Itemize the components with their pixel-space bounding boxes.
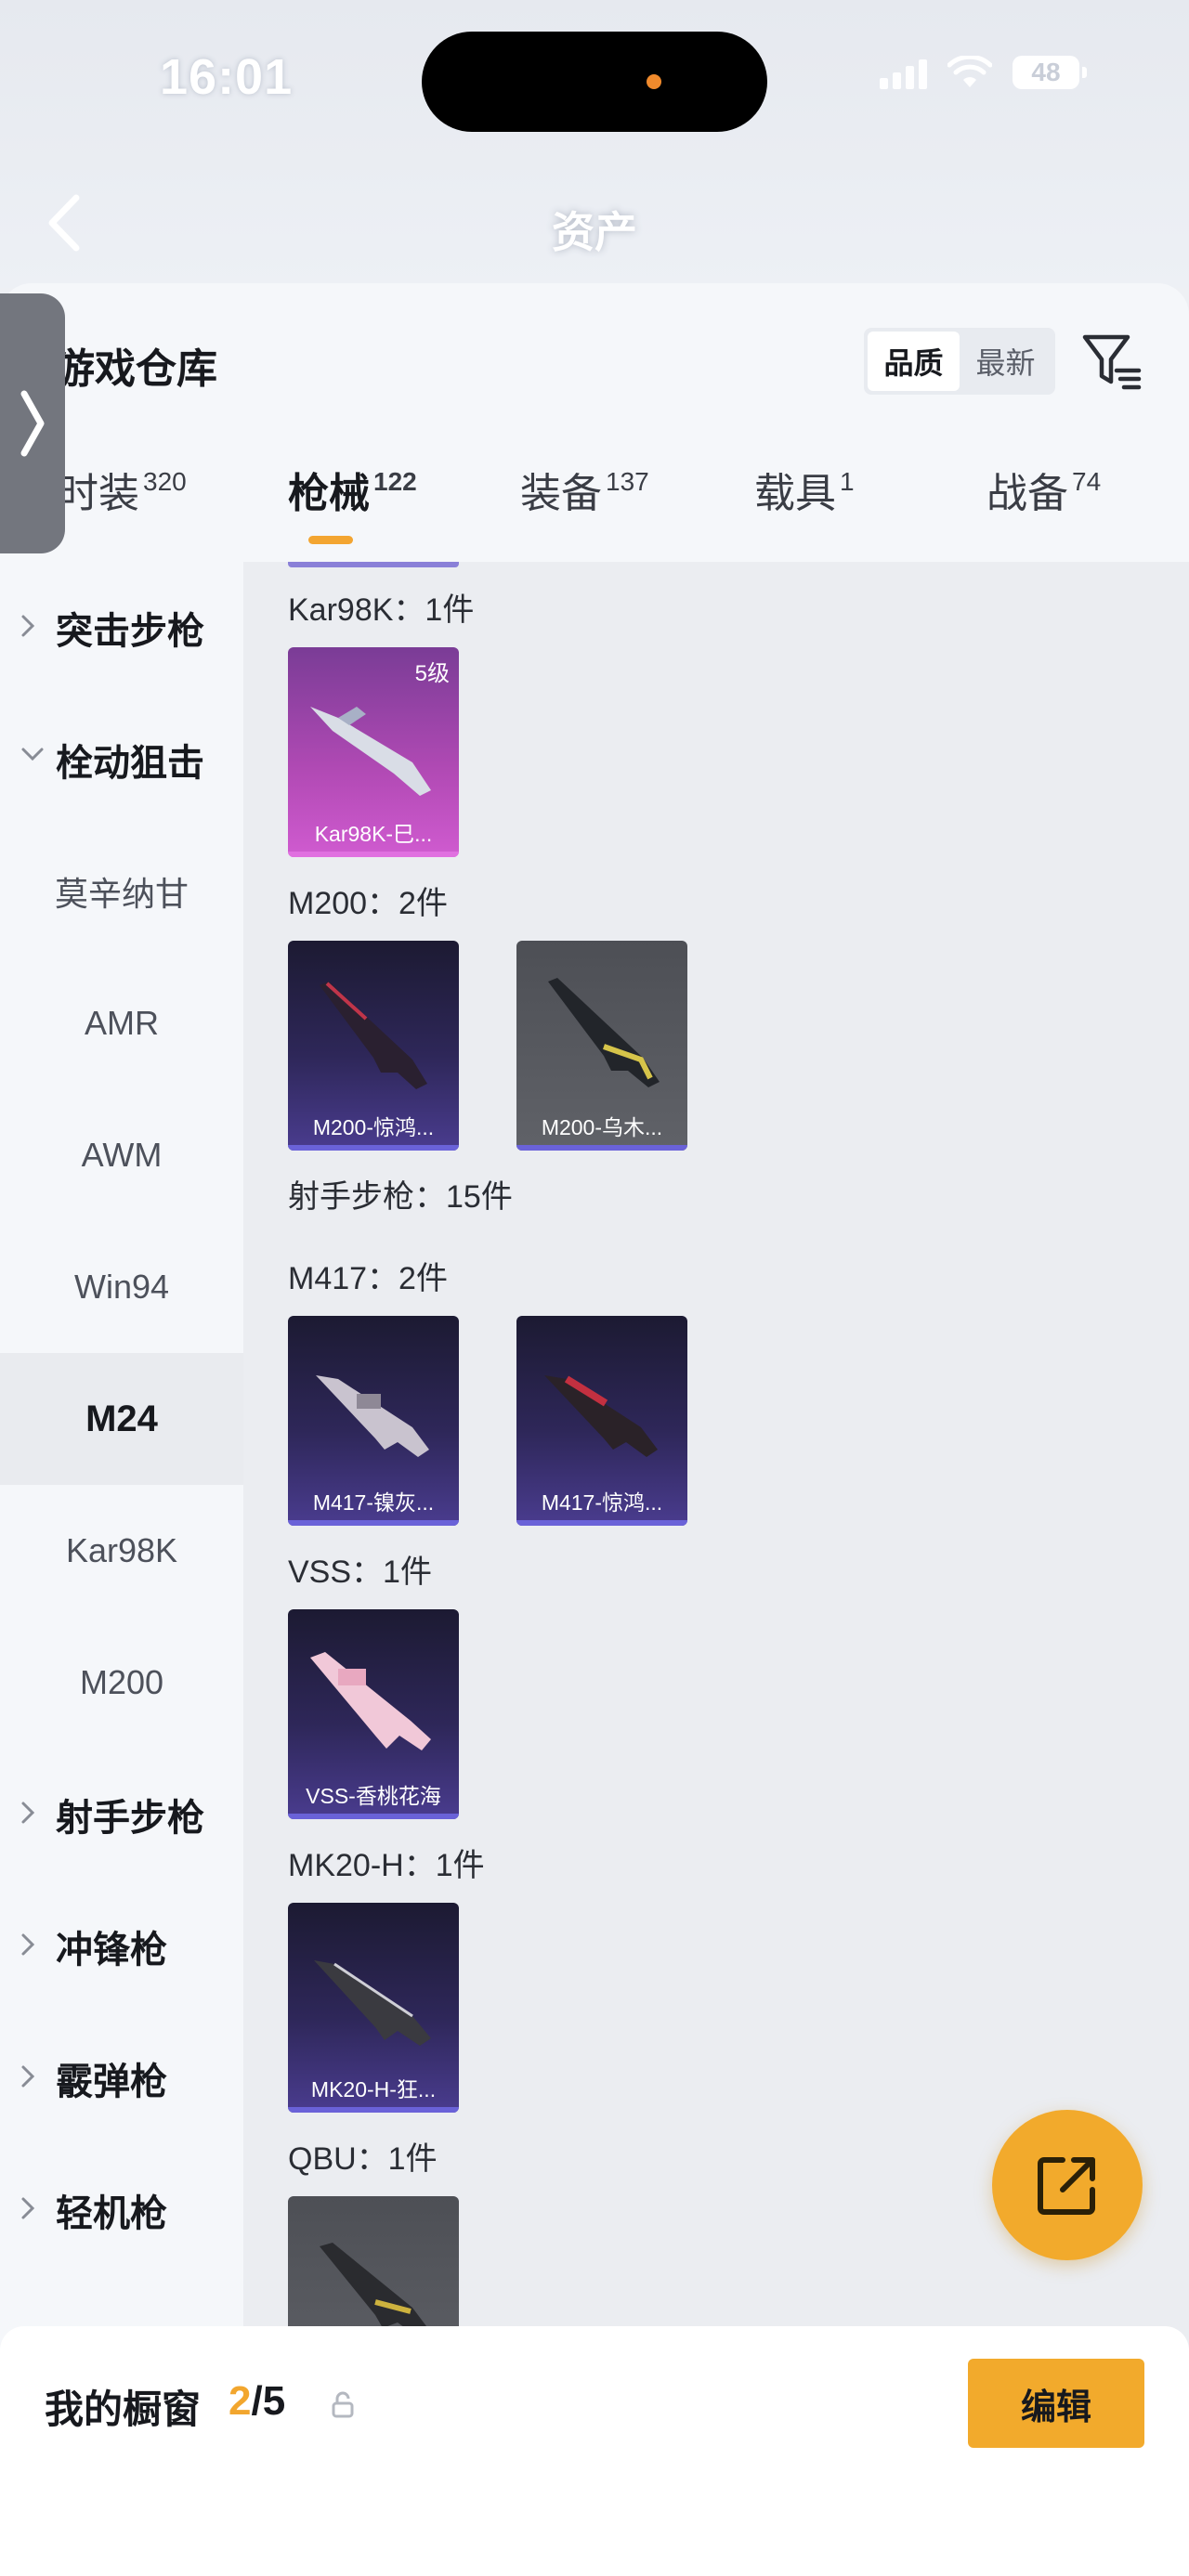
chevron-right-icon: [21, 615, 35, 637]
item-name: M417-惊鸿...: [541, 1490, 663, 1515]
sidebar-item-smg[interactable]: 冲锋枪: [0, 1880, 243, 2012]
sidebar-item-m200[interactable]: M200: [0, 1617, 243, 1749]
sidebar-item-mosin[interactable]: 莫辛纳甘: [0, 826, 243, 957]
sidebar-item-m24[interactable]: M24: [0, 1353, 243, 1485]
share-button[interactable]: [992, 2110, 1143, 2260]
drawer-toggle[interactable]: [0, 293, 65, 553]
sidebar-item-awm[interactable]: AWM: [0, 1089, 243, 1221]
rarity-bar: [288, 2107, 459, 2113]
item-name: Kar98K-巳...: [314, 822, 433, 846]
showcase-title: 我的橱窗: [45, 2387, 202, 2431]
share-icon: [1038, 2157, 1095, 2215]
status-time: 16:01: [160, 49, 294, 105]
gun-icon: [316, 1375, 429, 1457]
item-name: M200-惊鸿...: [312, 1115, 435, 1139]
edit-button[interactable]: 编辑: [968, 2359, 1144, 2448]
section-label: QBU：1件: [288, 2141, 438, 2177]
gun-icon: [544, 1375, 658, 1457]
rarity-bar: [288, 852, 459, 857]
item-card[interactable]: M200-乌木...: [516, 941, 687, 1151]
rarity-bar: [288, 1145, 459, 1151]
tab-vehicles[interactable]: 载具 1: [754, 460, 855, 519]
level-badge: 5级: [414, 661, 450, 686]
chevron-right-icon: [21, 2197, 35, 2219]
item-name: M417-镍灰...: [312, 1490, 435, 1515]
chevron-down-icon: [21, 748, 44, 761]
chevron-right-icon: [21, 1933, 35, 1956]
filter-icon[interactable]: [1079, 330, 1144, 395]
item-grid: Kar98K：1件 5级 Kar98K-巳... M200：2件 M200-惊鸿…: [243, 562, 1189, 2576]
status-icons: 48: [880, 56, 1087, 89]
item-card[interactable]: MK20-H-狂...: [288, 1903, 459, 2113]
tab-guns[interactable]: 枪械 122: [288, 460, 417, 519]
sidebar-item-bolt-sniper[interactable]: 栓动狙击: [0, 694, 243, 826]
sidebar-item-marksman[interactable]: 射手步枪: [0, 1749, 243, 1880]
section-label: VSS：1件: [288, 1555, 432, 1590]
warehouse-title: 游戏仓库: [54, 346, 217, 392]
rarity-bar: [288, 1814, 459, 1819]
section-label: MK20-H：1件: [288, 1848, 485, 1883]
chevron-right-icon: [21, 1802, 35, 1824]
top-header: 16:01 48 资产: [0, 0, 1189, 288]
dynamic-island: [422, 32, 767, 132]
section-label: Kar98K：1件: [288, 592, 475, 628]
rarity-bar: [516, 1145, 687, 1151]
tab-equipment[interactable]: 装备 137: [520, 460, 649, 519]
sidebar-item-kar98k[interactable]: Kar98K: [0, 1485, 243, 1617]
gun-icon: [314, 1960, 431, 2046]
section-label: 射手步枪：15件: [288, 1179, 513, 1215]
active-tab-indicator: [308, 536, 353, 544]
sort-quality[interactable]: 品质: [868, 332, 960, 391]
item-card[interactable]: VSS-香桃花海: [288, 1609, 459, 1819]
section-label: M417：2件: [288, 1261, 448, 1296]
tab-supplies[interactable]: 战备 74: [986, 460, 1101, 519]
sidebar-item-shotgun[interactable]: 霰弹枪: [0, 2012, 243, 2144]
showcase-bar: 我的橱窗 2/5 编辑: [0, 2326, 1189, 2576]
sidebar-item-assault-rifle[interactable]: 突击步枪: [0, 562, 243, 694]
tab-fashion-partial[interactable]: 时装 320: [58, 460, 187, 519]
category-sidebar: 突击步枪 栓动狙击 莫辛纳甘 AMR AWM Win94 M24 Kar98K …: [0, 562, 243, 2576]
camera-dot: [647, 74, 661, 89]
item-name: MK20-H-狂...: [310, 2077, 437, 2101]
gun-icon: [320, 982, 427, 1089]
section-label: M200：2件: [288, 886, 448, 921]
item-card[interactable]: M200-惊鸿...: [288, 941, 459, 1151]
showcase-count: 2/5: [229, 2378, 286, 2424]
sidebar-item-lmg[interactable]: 轻机枪: [0, 2144, 243, 2276]
signal-icon: [880, 58, 927, 89]
sidebar-item-win94[interactable]: Win94: [0, 1221, 243, 1353]
item-card[interactable]: M417-镍灰...: [288, 1316, 459, 1526]
rarity-bar: [288, 1520, 459, 1526]
sort-toggle: 品质 最新: [864, 328, 1055, 395]
gun-icon: [548, 978, 660, 1087]
lock-icon: [332, 2391, 354, 2418]
gun-icon: [310, 1652, 431, 1750]
previous-item-edge: [288, 562, 459, 567]
sidebar-item-amr[interactable]: AMR: [0, 957, 243, 1089]
page-title: 资产: [552, 208, 637, 256]
battery-icon: 48: [1013, 56, 1087, 89]
rarity-bar: [516, 1520, 687, 1526]
item-card[interactable]: 5级 Kar98K-巳...: [288, 647, 459, 857]
gun-icon: [310, 707, 431, 796]
sort-newest[interactable]: 最新: [960, 332, 1052, 391]
item-card[interactable]: M417-惊鸿...: [516, 1316, 687, 1526]
drawer-chevron-icon: [20, 390, 45, 457]
item-name: M200-乌木...: [541, 1115, 663, 1139]
category-tabs: 时装 320 枪械 122 装备 137 载具 1 战备 74: [0, 460, 1189, 562]
chevron-right-icon: [21, 2065, 35, 2088]
wifi-icon: [947, 56, 992, 89]
item-name: VSS-香桃花海: [306, 1784, 441, 1808]
